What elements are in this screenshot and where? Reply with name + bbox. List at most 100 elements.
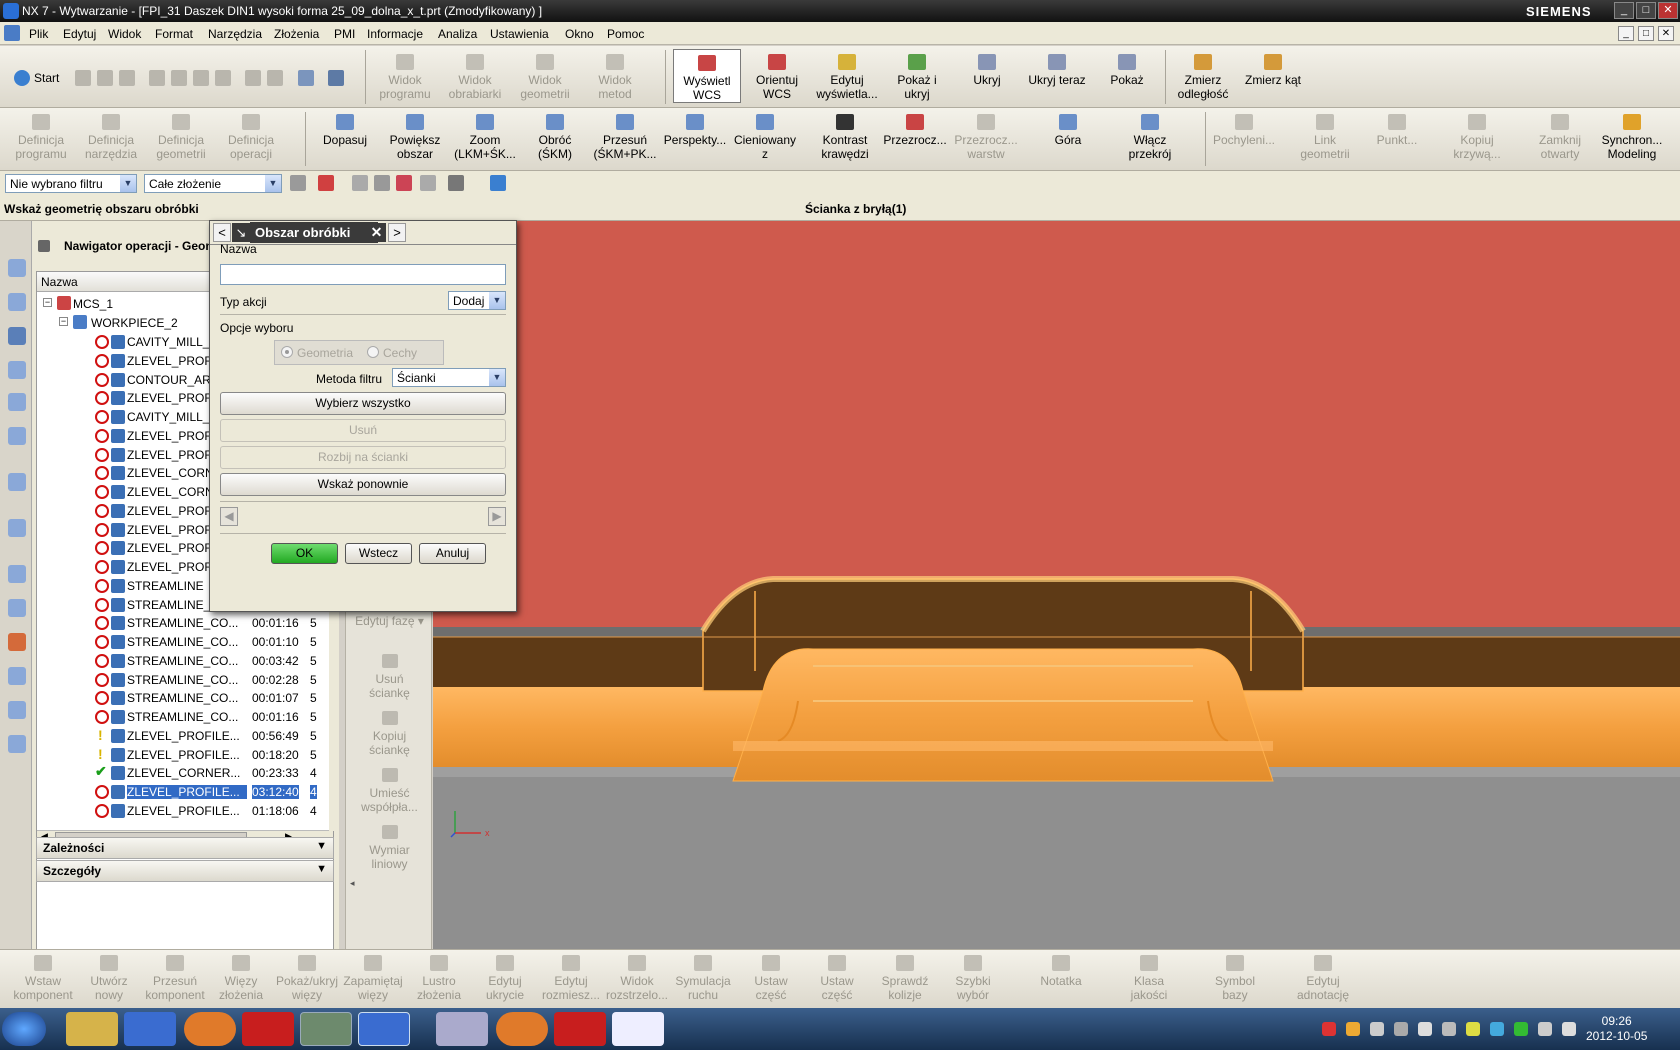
rotate-button[interactable]: Obróć (ŚKM) [520,114,590,161]
operation-row[interactable]: ZLEVEL_PROFILE... 03:12:40 4 [37,782,333,802]
assembly-tool-button[interactable]: Pokaż/ukryj więzy [274,955,340,1002]
assembly-tool-button[interactable]: Widok rozstrzelo... [604,955,670,1002]
flag-tray-icon[interactable] [1418,1022,1432,1036]
back-button[interactable]: Wstecz [345,543,412,564]
mdi-close-button[interactable]: ✕ [1658,26,1674,41]
list-left-arrow-icon[interactable]: ◀ [220,507,238,526]
program-view-button[interactable]: Widok programu [370,54,440,101]
operation-row[interactable]: ! ZLEVEL_PROFILE... 00:56:49 5 [37,726,333,746]
assembly-tool-button[interactable]: Edytuj ukrycie [472,955,538,1002]
copy-curve-button[interactable]: Kopiuj krzywą... [1442,114,1512,161]
assembly-tool-button[interactable]: Symbol bazy [1202,955,1268,1002]
open-file-icon[interactable] [97,70,113,86]
operation-row[interactable]: STREAMLINE_CO... 00:02:28 5 [37,670,333,690]
fit-button[interactable]: Dopasuj [310,114,380,147]
dialog-prev-button[interactable]: < [213,223,231,242]
assembly-tool-button[interactable]: Utwórz nowy [76,955,142,1002]
clock-icon[interactable] [8,565,26,583]
plane-tray-icon[interactable] [1466,1022,1480,1036]
assembly-tool-button[interactable]: Wstaw komponent [10,955,76,1002]
assembly-tool-button[interactable]: Symulacja ruchu [670,955,736,1002]
close-button[interactable]: ✕ [1658,2,1678,19]
show-wcs-button[interactable]: Wyświetl WCS [673,49,741,103]
shaded-button[interactable]: Cieniowany z [730,114,800,161]
app-icon[interactable] [3,3,19,19]
solidworks-taskbar-icon[interactable] [242,1012,294,1046]
app-tray-icon[interactable] [1370,1022,1384,1036]
select-all-button[interactable]: Wybierz wszystko [220,392,506,415]
assembly-tool-button[interactable]: Edytuj rozmiesz... [538,955,604,1002]
menu-pmi[interactable]: PMI [334,27,355,41]
filter-method-select[interactable]: Ścianki ▼ [392,368,506,387]
assembly-tool-button[interactable]: Zapamiętaj więzy [340,955,406,1002]
menu-pomoc[interactable]: Pomoc [607,27,644,41]
operation-navigator-icon[interactable] [8,327,26,345]
paste-icon[interactable] [193,70,209,86]
document-taskbar-icon[interactable] [612,1012,664,1046]
measure-distance-button[interactable]: Zmierz odległość [1168,54,1238,101]
start-menu-button[interactable]: Start [34,71,59,85]
quick-pick-icon[interactable] [420,175,436,191]
assembly-tool-button[interactable]: Ustaw część [738,955,804,1002]
usb-tray-icon[interactable] [1442,1022,1456,1036]
menu-okno[interactable]: Okno [565,27,594,41]
operation-row[interactable]: STREAMLINE_CO... 00:01:16 5 [37,707,333,727]
collapse-icon[interactable]: − [43,298,52,307]
dialog-pin-icon[interactable]: ↘ [232,223,250,242]
define-operation-button[interactable]: Definicja operacji [216,114,286,161]
assembly-tool-button[interactable]: Klasa jakości [1116,955,1182,1002]
geometry-view-button[interactable]: Widok geometrii [510,54,580,101]
copy-face-button[interactable]: Kopiuj ściankę [352,711,427,757]
edit-display-button[interactable]: Edytuj wyświetla... [812,54,882,101]
rectangle-select-icon[interactable] [448,175,464,191]
edit-phase-button[interactable]: Edytuj fazę ▾ [352,614,427,628]
volume-tray-icon[interactable] [1562,1022,1576,1036]
mdi-minimize-button[interactable]: _ [1618,26,1634,41]
nx-menu-icon[interactable] [4,25,20,41]
save-icon[interactable] [119,70,135,86]
layer-transparency-button[interactable]: Przezrocz... warstw [950,114,1022,161]
repeat-command-icon[interactable] [298,70,314,86]
pan-button[interactable]: Przesuń (ŚKM+PK... [590,114,660,161]
name-input[interactable] [220,264,506,285]
network-tray-icon[interactable] [1538,1022,1552,1036]
action-type-select[interactable]: Dodaj ▼ [448,291,506,310]
delete-face-button[interactable]: Usuń ściankę [352,654,427,700]
assembly-tool-button[interactable]: Edytuj adnotację [1290,955,1356,1002]
assembly-tool-button[interactable]: Szybki wybór [940,955,1006,1002]
minimize-button[interactable]: _ [1614,2,1634,19]
menu-analiza[interactable]: Analiza [438,27,477,41]
draft-button[interactable]: Pochyleni... [1208,114,1280,147]
method-view-button[interactable]: Widok metod [580,54,650,101]
undo-icon[interactable] [245,70,261,86]
solidworks2-taskbar-icon[interactable] [554,1012,606,1046]
assembly-tool-button[interactable]: Sprawdź kolizje [872,955,938,1002]
zoom-button[interactable]: Zoom (LKM+ŚK... [450,114,520,161]
assembly-tool-button[interactable]: Więzy złożenia [208,955,274,1002]
link-geometry-button[interactable]: Link geometrii [1290,114,1360,161]
assembly-tool-button[interactable]: Notatka [1028,955,1094,988]
define-tool-button[interactable]: Definicja narzędzia [76,114,146,161]
app-taskbar-icon[interactable] [300,1012,352,1046]
antivirus-tray-icon[interactable] [1322,1022,1336,1036]
start-button[interactable] [2,1012,46,1046]
orient-wcs-button[interactable]: Orientuj WCS [742,54,812,101]
operation-row[interactable]: STREAMLINE_CO... 00:01:07 5 [37,688,333,708]
features-radio[interactable] [367,346,379,358]
process-studio-icon[interactable] [8,599,26,617]
assembly-tool-button[interactable]: Przesuń komponent [142,955,208,1002]
define-program-button[interactable]: Definicja programu [6,114,76,161]
remove-button[interactable]: Usuń [220,419,506,442]
menu-format[interactable]: Format [155,27,193,41]
split-faces-button[interactable]: Rozbij na ścianki [220,446,506,469]
dialog-next-button[interactable]: > [388,223,406,242]
dialog-close-icon[interactable]: ✕ [367,223,386,242]
new-file-icon[interactable] [75,70,91,86]
ok-button[interactable]: OK [271,543,338,564]
tools-icon[interactable] [8,667,26,685]
operation-row[interactable]: ! ZLEVEL_PROFILE... 00:18:20 5 [37,745,333,765]
nx-active-taskbar-icon[interactable] [358,1012,410,1046]
zoom-area-button[interactable]: Powiększ obszar [380,114,450,161]
scope-select[interactable]: Całe złożenie ▼ [144,174,282,193]
close-open-button[interactable]: Zamknij otwarty [1525,114,1595,161]
